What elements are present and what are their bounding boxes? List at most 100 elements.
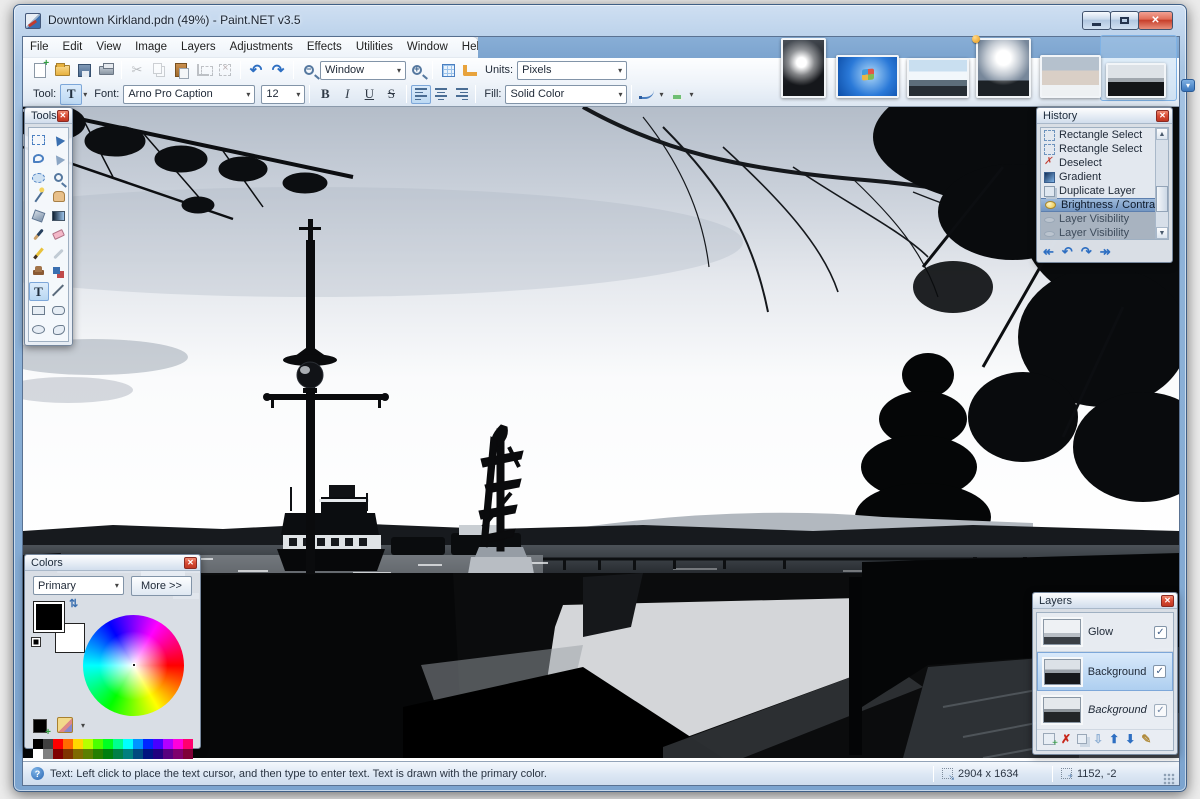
chevron-down-icon[interactable]: ▾ bbox=[81, 721, 85, 730]
tool-magic-wand[interactable] bbox=[29, 187, 49, 206]
add-color-button[interactable] bbox=[33, 719, 47, 733]
palette-swatch[interactable] bbox=[53, 749, 63, 759]
layer-visibility-checkbox[interactable]: ✓ bbox=[1153, 665, 1166, 678]
duplicate-layer-button[interactable] bbox=[1077, 734, 1087, 744]
align-center-button[interactable] bbox=[431, 85, 451, 104]
tool-paintbrush[interactable] bbox=[29, 225, 49, 244]
document-list-chevron-icon[interactable]: ▾ bbox=[1181, 79, 1195, 92]
antialiasing-button[interactable] bbox=[666, 84, 688, 105]
menu-edit[interactable]: Edit bbox=[56, 37, 90, 58]
move-layer-up-button[interactable]: ⬆ bbox=[1109, 733, 1119, 745]
menu-layers[interactable]: Layers bbox=[174, 37, 223, 58]
palette-swatch[interactable] bbox=[73, 739, 83, 749]
palette-swatch[interactable] bbox=[103, 749, 113, 759]
zoom-mode-dropdown[interactable]: Window ▾ bbox=[320, 61, 406, 80]
delete-layer-button[interactable]: ✗ bbox=[1061, 733, 1071, 745]
tool-zoom[interactable] bbox=[49, 168, 69, 187]
color-wheel[interactable] bbox=[83, 615, 184, 716]
palette-menu-button[interactable] bbox=[57, 717, 73, 733]
blend-mode-button[interactable] bbox=[636, 84, 658, 105]
palette-swatch[interactable] bbox=[183, 739, 193, 749]
menu-adjustments[interactable]: Adjustments bbox=[223, 37, 300, 58]
menu-effects[interactable]: Effects bbox=[300, 37, 349, 58]
italic-button[interactable]: I bbox=[336, 84, 358, 105]
document-thumbnail-windows[interactable] bbox=[836, 55, 899, 98]
ruler-toggle-button[interactable] bbox=[459, 60, 481, 81]
palette-swatch[interactable] bbox=[173, 739, 183, 749]
history-undo-button[interactable]: ↶ bbox=[1062, 245, 1073, 258]
document-thumbnail-statue[interactable] bbox=[781, 38, 826, 98]
palette-swatch[interactable] bbox=[103, 739, 113, 749]
zoom-out-button[interactable]: − bbox=[298, 60, 320, 81]
palette-swatch[interactable] bbox=[33, 749, 43, 759]
layer-row-background[interactable]: Background ✓ bbox=[1037, 691, 1173, 730]
chevron-down-icon[interactable]: ▾ bbox=[83, 90, 87, 99]
tool-move-selected-pixels[interactable] bbox=[49, 130, 69, 149]
color-mode-dropdown[interactable]: Primary ▾ bbox=[33, 576, 124, 595]
palette-swatch[interactable] bbox=[123, 739, 133, 749]
close-icon[interactable]: ✕ bbox=[1156, 110, 1169, 122]
tool-eraser[interactable] bbox=[49, 225, 69, 244]
align-right-button[interactable] bbox=[451, 85, 471, 104]
scrollbar-thumb[interactable] bbox=[1156, 186, 1168, 212]
palette-swatch[interactable] bbox=[113, 749, 123, 759]
close-icon[interactable]: ✕ bbox=[57, 110, 69, 122]
document-thumbnail-building[interactable] bbox=[1040, 55, 1101, 98]
deselect-button[interactable] bbox=[214, 60, 236, 81]
layers-palette-titlebar[interactable]: Layers ✕ bbox=[1033, 593, 1177, 609]
palette-swatch[interactable] bbox=[83, 739, 93, 749]
tool-ellipse-select[interactable] bbox=[29, 168, 49, 187]
palette-swatch[interactable] bbox=[83, 749, 93, 759]
history-item[interactable]: Duplicate Layer bbox=[1041, 184, 1155, 198]
tool-rectangle[interactable] bbox=[29, 301, 49, 320]
fill-style-dropdown[interactable]: Solid Color ▾ bbox=[505, 85, 627, 104]
palette-swatch[interactable] bbox=[153, 749, 163, 759]
history-fast-forward-button[interactable]: ↠ bbox=[1100, 245, 1111, 258]
primary-secondary-colors[interactable]: ⇅ bbox=[33, 601, 89, 657]
palette-swatch[interactable] bbox=[63, 739, 73, 749]
undo-button[interactable]: ↶ bbox=[245, 60, 267, 81]
tool-move-selection[interactable] bbox=[49, 149, 69, 168]
palette-swatch[interactable] bbox=[33, 739, 43, 749]
scroll-down-icon[interactable]: ▼ bbox=[1156, 227, 1168, 239]
more-button[interactable]: More >> bbox=[131, 576, 192, 596]
font-size-dropdown[interactable]: 12 ▾ bbox=[261, 85, 305, 104]
palette-swatch[interactable] bbox=[113, 739, 123, 749]
tool-color-picker[interactable] bbox=[49, 244, 69, 263]
redo-button[interactable]: ↷ bbox=[267, 60, 289, 81]
font-family-dropdown[interactable]: Arno Pro Caption ▾ bbox=[123, 85, 255, 104]
current-tool-button[interactable]: T bbox=[60, 84, 82, 105]
document-thumbnail-clouds[interactable] bbox=[976, 38, 1031, 98]
color-wheel-selector[interactable] bbox=[132, 663, 136, 667]
crop-to-selection-button[interactable] bbox=[192, 60, 214, 81]
palette-swatch[interactable] bbox=[63, 749, 73, 759]
close-icon[interactable]: ✕ bbox=[1161, 595, 1174, 607]
palette-swatch[interactable] bbox=[43, 749, 53, 759]
resize-grip[interactable] bbox=[1163, 773, 1175, 785]
minimize-button[interactable] bbox=[1082, 11, 1111, 30]
print-button[interactable] bbox=[95, 60, 117, 81]
palette-swatch[interactable] bbox=[173, 749, 183, 759]
tools-palette-titlebar[interactable]: Tools ✕ bbox=[25, 108, 72, 124]
chevron-down-icon[interactable]: ▾ bbox=[689, 90, 693, 99]
tool-rectangle-select[interactable] bbox=[29, 130, 49, 149]
tool-paint-bucket[interactable] bbox=[29, 206, 49, 225]
history-scrollbar[interactable]: ▲ ▼ bbox=[1155, 128, 1168, 239]
new-button[interactable] bbox=[29, 60, 51, 81]
layer-visibility-checkbox[interactable]: ✓ bbox=[1154, 704, 1167, 717]
grid-toggle-button[interactable] bbox=[437, 60, 459, 81]
history-item-undone[interactable]: Layer Visibility bbox=[1041, 226, 1155, 240]
layer-properties-button[interactable]: ✎ bbox=[1141, 733, 1151, 745]
tool-recolor[interactable] bbox=[49, 263, 69, 282]
history-rewind-button[interactable]: ↞ bbox=[1043, 245, 1054, 258]
menu-utilities[interactable]: Utilities bbox=[349, 37, 400, 58]
copy-button[interactable] bbox=[148, 60, 170, 81]
history-palette-titlebar[interactable]: History ✕ bbox=[1037, 108, 1172, 124]
history-item[interactable]: Rectangle Select bbox=[1041, 128, 1155, 142]
bold-button[interactable]: B bbox=[314, 84, 336, 105]
primary-color-swatch[interactable] bbox=[33, 601, 65, 633]
paste-button[interactable] bbox=[170, 60, 192, 81]
tool-clone-stamp[interactable] bbox=[29, 263, 49, 282]
history-item-selected[interactable]: Brightness / Contrast bbox=[1041, 198, 1155, 212]
document-thumbnail-lake[interactable] bbox=[907, 58, 969, 98]
